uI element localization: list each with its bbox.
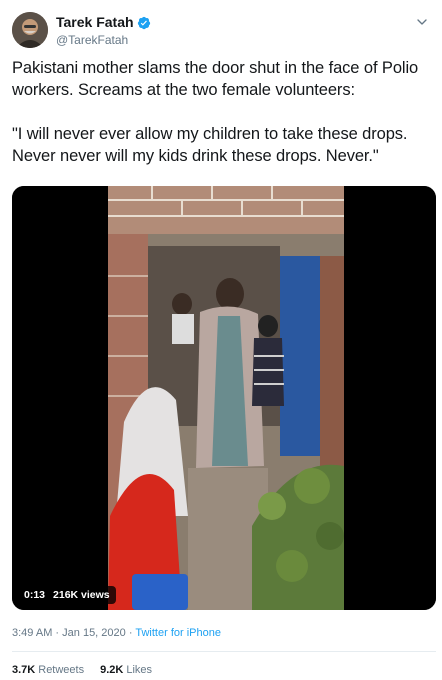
- retweets-count: 3.7K: [12, 664, 36, 676]
- video-duration: 0:13: [24, 589, 46, 601]
- verified-badge-icon: [137, 16, 150, 29]
- tweet-header: Tarek Fatah @TarekFatah: [12, 12, 430, 52]
- author-name[interactable]: Tarek Fatah: [56, 14, 134, 31]
- video-frame: [12, 186, 436, 610]
- tweet-source-link[interactable]: Twitter for iPhone: [135, 627, 221, 639]
- author-handle[interactable]: @TarekFatah: [56, 32, 151, 48]
- video-views: 216K views: [53, 589, 110, 601]
- meta-separator: ·: [128, 627, 133, 639]
- tweet-stats: 3.7K Retweets 9.2K Likes: [12, 664, 152, 676]
- tweet-paragraph: "I will never ever allow my children to …: [12, 125, 408, 165]
- tweet-paragraph: Pakistani mother slams the door shut in …: [12, 59, 419, 99]
- likes-count: 9.2K: [100, 664, 124, 676]
- retweets-stat[interactable]: 3.7K Retweets: [12, 664, 84, 676]
- tweet-meta: 3:49 AM · Jan 15, 2020 · Twitter for iPh…: [12, 627, 221, 639]
- retweets-label: Retweets: [38, 664, 85, 676]
- divider: [12, 651, 436, 652]
- likes-label: Likes: [126, 664, 153, 676]
- tweet-time[interactable]: 3:49 AM: [12, 627, 52, 639]
- avatar[interactable]: [12, 12, 48, 48]
- meta-separator: ·: [55, 627, 60, 639]
- video-info-badge: 0:13 216K views: [18, 586, 116, 604]
- video-player[interactable]: 0:13 216K views: [12, 186, 436, 610]
- tweet-date[interactable]: Jan 15, 2020: [62, 627, 126, 639]
- tweet-text: Pakistani mother slams the door shut in …: [12, 57, 432, 167]
- avatar-image: [12, 12, 48, 48]
- likes-stat[interactable]: 9.2K Likes: [100, 664, 152, 676]
- chevron-down-icon[interactable]: [414, 14, 430, 30]
